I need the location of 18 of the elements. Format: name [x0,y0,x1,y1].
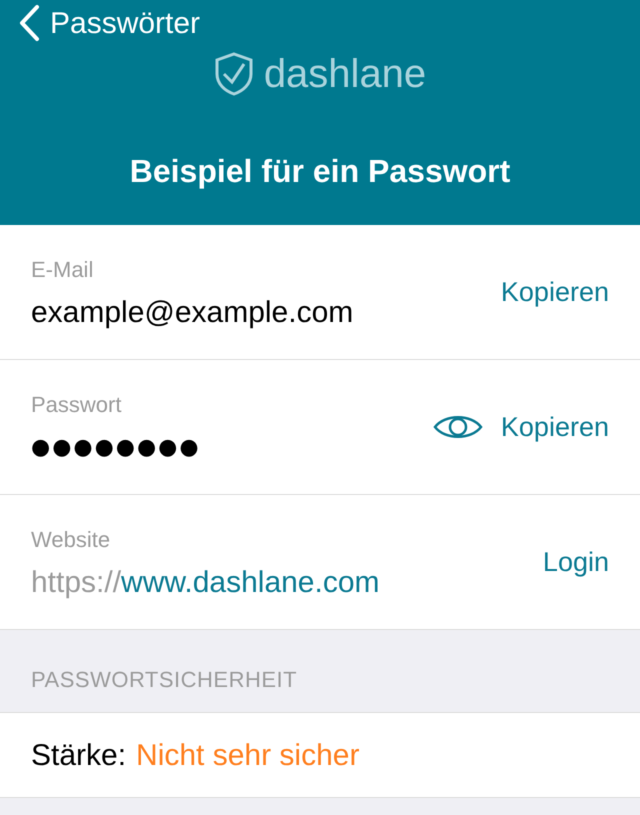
field-value: example@example.com [31,295,354,331]
url-link[interactable]: www.dashlane.com [121,565,380,601]
page-title: Beispiel für ein Passwort [130,152,510,191]
masked-password: ●●●●●●●● [31,434,202,462]
url-scheme: https:// [31,565,122,601]
action-button[interactable]: Login [542,542,609,582]
back-button[interactable]: Passwörter [0,0,200,40]
shield-icon [214,52,254,96]
strength-label: Stärke: [31,738,126,774]
logo-wordmark: dashlane [264,52,426,96]
strength-value: Nicht sehr sicher [136,738,360,774]
action-button[interactable]: Kopieren [500,272,609,312]
field-label: Website [31,527,112,553]
chevron-left-icon [18,4,40,42]
field-label: E-Mail [31,257,94,283]
field-label: Passwort [31,392,122,418]
section-header: PASSWORTSICHERHEIT [31,666,298,694]
action-button[interactable]: Kopieren [500,406,609,448]
